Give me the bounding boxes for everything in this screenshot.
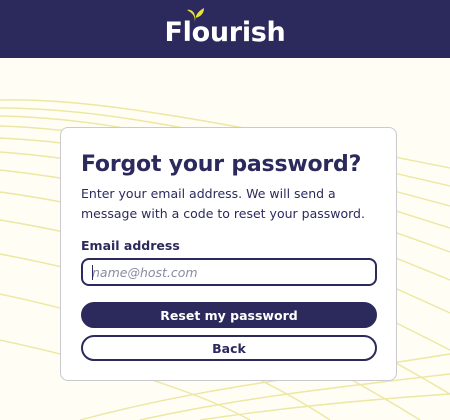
reset-password-button[interactable]: Reset my password [81,302,377,328]
back-button[interactable]: Back [81,335,377,361]
email-field[interactable] [81,258,377,286]
text-caret [92,265,93,280]
forgot-password-card: Forgot your password? Enter your email a… [60,127,397,381]
leaf-sprout-icon [186,7,204,23]
top-bar: Flourish [0,0,450,58]
page-title: Forgot your password? [81,152,362,177]
instructions-text: Enter your email address. We will send a… [81,186,365,221]
email-label: Email address [81,238,180,253]
flourish-logo: Flourish [165,7,286,46]
